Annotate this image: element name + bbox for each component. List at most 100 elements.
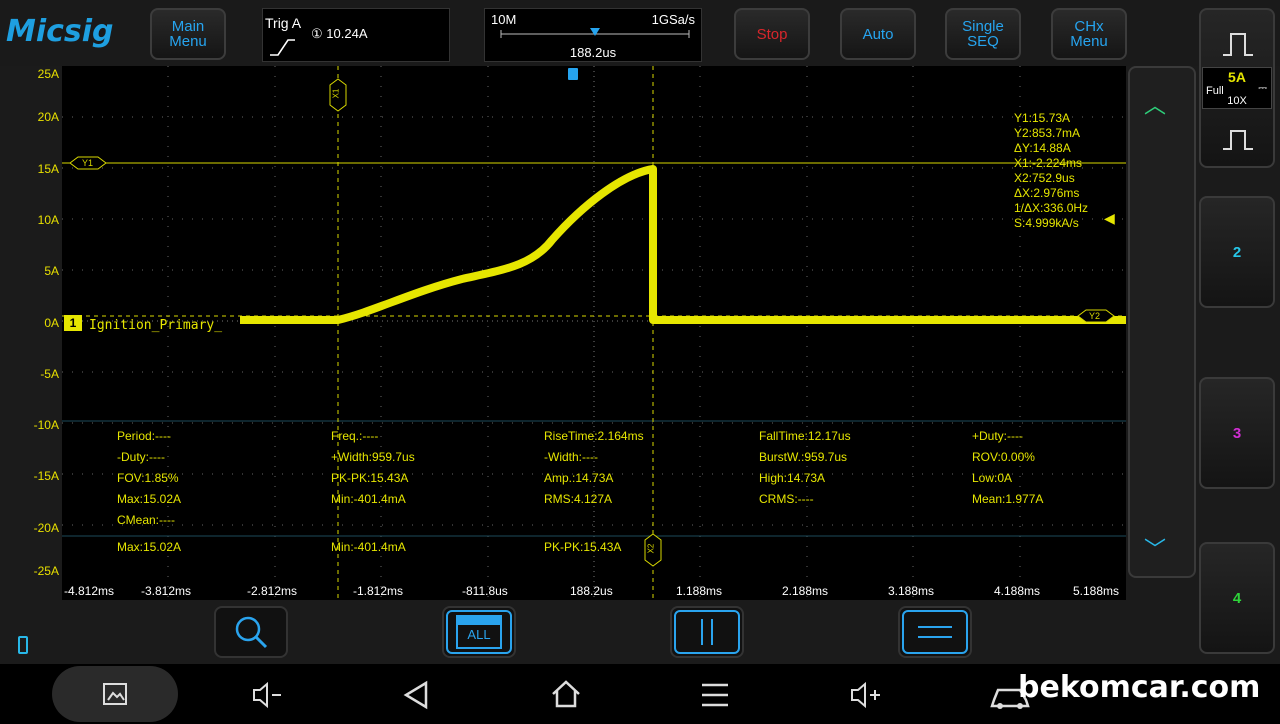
y1-tag-label[interactable]: Y1 bbox=[82, 158, 93, 168]
battery-icon bbox=[18, 636, 28, 654]
volume-up-icon[interactable] bbox=[848, 680, 882, 710]
readout-x1: X1:-2.224ms bbox=[1014, 156, 1083, 170]
measure-col-4: FallTime:12.17us BurstW.:959.7us High:14… bbox=[759, 426, 851, 510]
measure-fov: FOV:1.85% bbox=[117, 471, 179, 485]
auto-button[interactable]: Auto bbox=[840, 8, 916, 60]
measure-neg-duty: -Duty:---- bbox=[117, 450, 165, 464]
readout-y2: Y2:853.7mA bbox=[1014, 126, 1081, 140]
y-tick-label: 25A bbox=[37, 67, 59, 81]
y-tick-label: -20A bbox=[33, 521, 59, 535]
readout-freq: 1/ΔX:336.0Hz bbox=[1014, 201, 1089, 215]
x2-tag-label[interactable]: X2 bbox=[646, 544, 655, 554]
stat-max: Max:15.02A bbox=[117, 540, 182, 554]
single-label: Single bbox=[962, 18, 1004, 35]
x-tick-label: -811.8us bbox=[462, 584, 508, 598]
side-scroll-panel: ︿ ﹀ bbox=[1128, 66, 1196, 578]
x-tick-label: 1.188ms bbox=[676, 584, 723, 598]
trigger-time-marker bbox=[568, 68, 578, 80]
y-tick-label: -15A bbox=[33, 469, 59, 483]
trigger-info-panel[interactable]: Trig A ① 10.24A bbox=[262, 8, 450, 62]
trigger-level-arrow[interactable]: ◀ bbox=[1104, 210, 1115, 227]
x-tick-label: -2.812ms bbox=[247, 584, 298, 598]
measure-pos-duty: +Duty:---- bbox=[972, 429, 1023, 443]
measure-crms: CRMS:---- bbox=[759, 492, 814, 506]
cursor-readout: Y1:15.73A Y2:853.7mA ΔY:14.88A X1:-2.224… bbox=[1014, 111, 1088, 231]
ch3-button[interactable]: 3 bbox=[1199, 377, 1275, 489]
main-menu-label-2: Menu bbox=[169, 33, 207, 50]
x-tick-label: -3.812ms bbox=[141, 584, 192, 598]
ch1-label: Ignition_Primary_ bbox=[89, 318, 223, 333]
timebase-panel[interactable]: 10M 1GSa/s 188.2us bbox=[484, 8, 702, 62]
ch1-waveform-trace bbox=[240, 165, 1126, 324]
y-tick-label: 20A bbox=[37, 110, 59, 124]
stop-button[interactable]: Stop bbox=[734, 8, 810, 60]
x-cursor-icon bbox=[701, 619, 713, 645]
horizontal-position: 188.2us bbox=[569, 45, 617, 60]
single-seq-button[interactable]: Single SEQ bbox=[945, 8, 1021, 60]
measure-period: Period:---- bbox=[117, 429, 172, 443]
scroll-down-icon[interactable]: ﹀ bbox=[1144, 532, 1166, 564]
all-label: ALL bbox=[467, 627, 491, 642]
measure-neg-width: -Width:---- bbox=[544, 450, 598, 464]
ch2-button[interactable]: 2 bbox=[1199, 196, 1275, 308]
measure-max: Max:15.02A bbox=[117, 492, 182, 506]
measure-col-2: Freq.:---- +Width:959.7us PK-PK:15.43A M… bbox=[331, 426, 415, 510]
screenshot-icon bbox=[103, 683, 127, 705]
measure-high: High:14.73A bbox=[759, 471, 826, 485]
chx-menu-button[interactable]: CHx Menu bbox=[1051, 8, 1127, 60]
y-tick-label: 10A bbox=[37, 213, 59, 227]
measure-amp: Amp.:14.73A bbox=[544, 471, 614, 485]
waveform-graticule bbox=[62, 66, 1126, 600]
y-tick-label: -25A bbox=[33, 564, 59, 578]
back-icon[interactable] bbox=[400, 680, 432, 710]
x-tick-label: 3.188ms bbox=[888, 584, 935, 598]
measure-pos-width: +Width:959.7us bbox=[331, 450, 415, 464]
menu-icon[interactable] bbox=[700, 680, 730, 710]
zoom-button[interactable] bbox=[214, 606, 288, 658]
screenshot-button[interactable] bbox=[52, 666, 178, 722]
stat-pkpk: PK-PK:15.43A bbox=[544, 540, 622, 554]
home-icon[interactable] bbox=[550, 678, 582, 710]
y-tick-label: 0A bbox=[44, 316, 59, 330]
all-measure-button[interactable]: ALL bbox=[442, 606, 516, 658]
waveform-display[interactable]: X1 X2 Y1 Y2 1 Ignition_Primary_ Y1:15.73… bbox=[62, 66, 1126, 600]
scroll-up-icon[interactable]: ︿ bbox=[1144, 88, 1166, 120]
ch4-label: 4 bbox=[1232, 589, 1242, 607]
x-tick-label: 2.188ms bbox=[782, 584, 829, 598]
readout-x2: X2:752.9us bbox=[1014, 171, 1075, 185]
trigger-position-marker bbox=[590, 28, 600, 36]
pulse-icon bbox=[1223, 130, 1253, 150]
readout-dx: ΔX:2.976ms bbox=[1014, 186, 1080, 200]
watermark: bekomcar.com bbox=[1018, 670, 1261, 705]
all-measure-icon: ALL bbox=[456, 615, 502, 649]
measure-mean: Mean:1.977A bbox=[972, 492, 1044, 506]
ch4-button[interactable]: 4 bbox=[1199, 542, 1275, 654]
y-tick-label: -5A bbox=[40, 367, 59, 381]
main-menu-button[interactable]: Main Menu bbox=[150, 8, 226, 60]
x-cursor-button[interactable] bbox=[670, 606, 744, 658]
auto-label: Auto bbox=[862, 25, 894, 43]
volume-down-icon[interactable] bbox=[250, 680, 284, 710]
memory-position-bar bbox=[500, 28, 690, 38]
dc-coupling-icon: ⎓ bbox=[1258, 82, 1267, 94]
ch3-label: 3 bbox=[1232, 424, 1242, 442]
trigger-channel-mark: ① bbox=[311, 26, 323, 41]
measure-min: Min:-401.4mA bbox=[331, 492, 406, 506]
y2-tag-label[interactable]: Y2 bbox=[1089, 311, 1100, 321]
measure-col-1: Period:---- -Duty:---- FOV:1.85% Max:15.… bbox=[117, 426, 181, 531]
trigger-title: Trig A bbox=[265, 15, 302, 31]
x-tick-label: -1.812ms bbox=[353, 584, 404, 598]
measure-rov: ROV:0.00% bbox=[972, 450, 1035, 464]
chx-label: CHx bbox=[1074, 18, 1104, 35]
y-tick-label: 15A bbox=[37, 162, 59, 176]
x-tick-label: -4.812ms bbox=[64, 584, 115, 598]
stop-label: Stop bbox=[756, 25, 788, 43]
x1-tag-label[interactable]: X1 bbox=[331, 89, 340, 99]
y-cursor-icon bbox=[918, 626, 952, 638]
measure-low: Low:0A bbox=[972, 471, 1013, 485]
ch1-button[interactable]: 5A Full ⎓ 10X bbox=[1199, 8, 1275, 168]
ch1-ground-marker[interactable]: 1 bbox=[64, 315, 82, 331]
micsig-logo: Micsig bbox=[6, 14, 114, 49]
measure-cmean: CMean:---- bbox=[117, 513, 176, 527]
y-cursor-button[interactable] bbox=[898, 606, 972, 658]
